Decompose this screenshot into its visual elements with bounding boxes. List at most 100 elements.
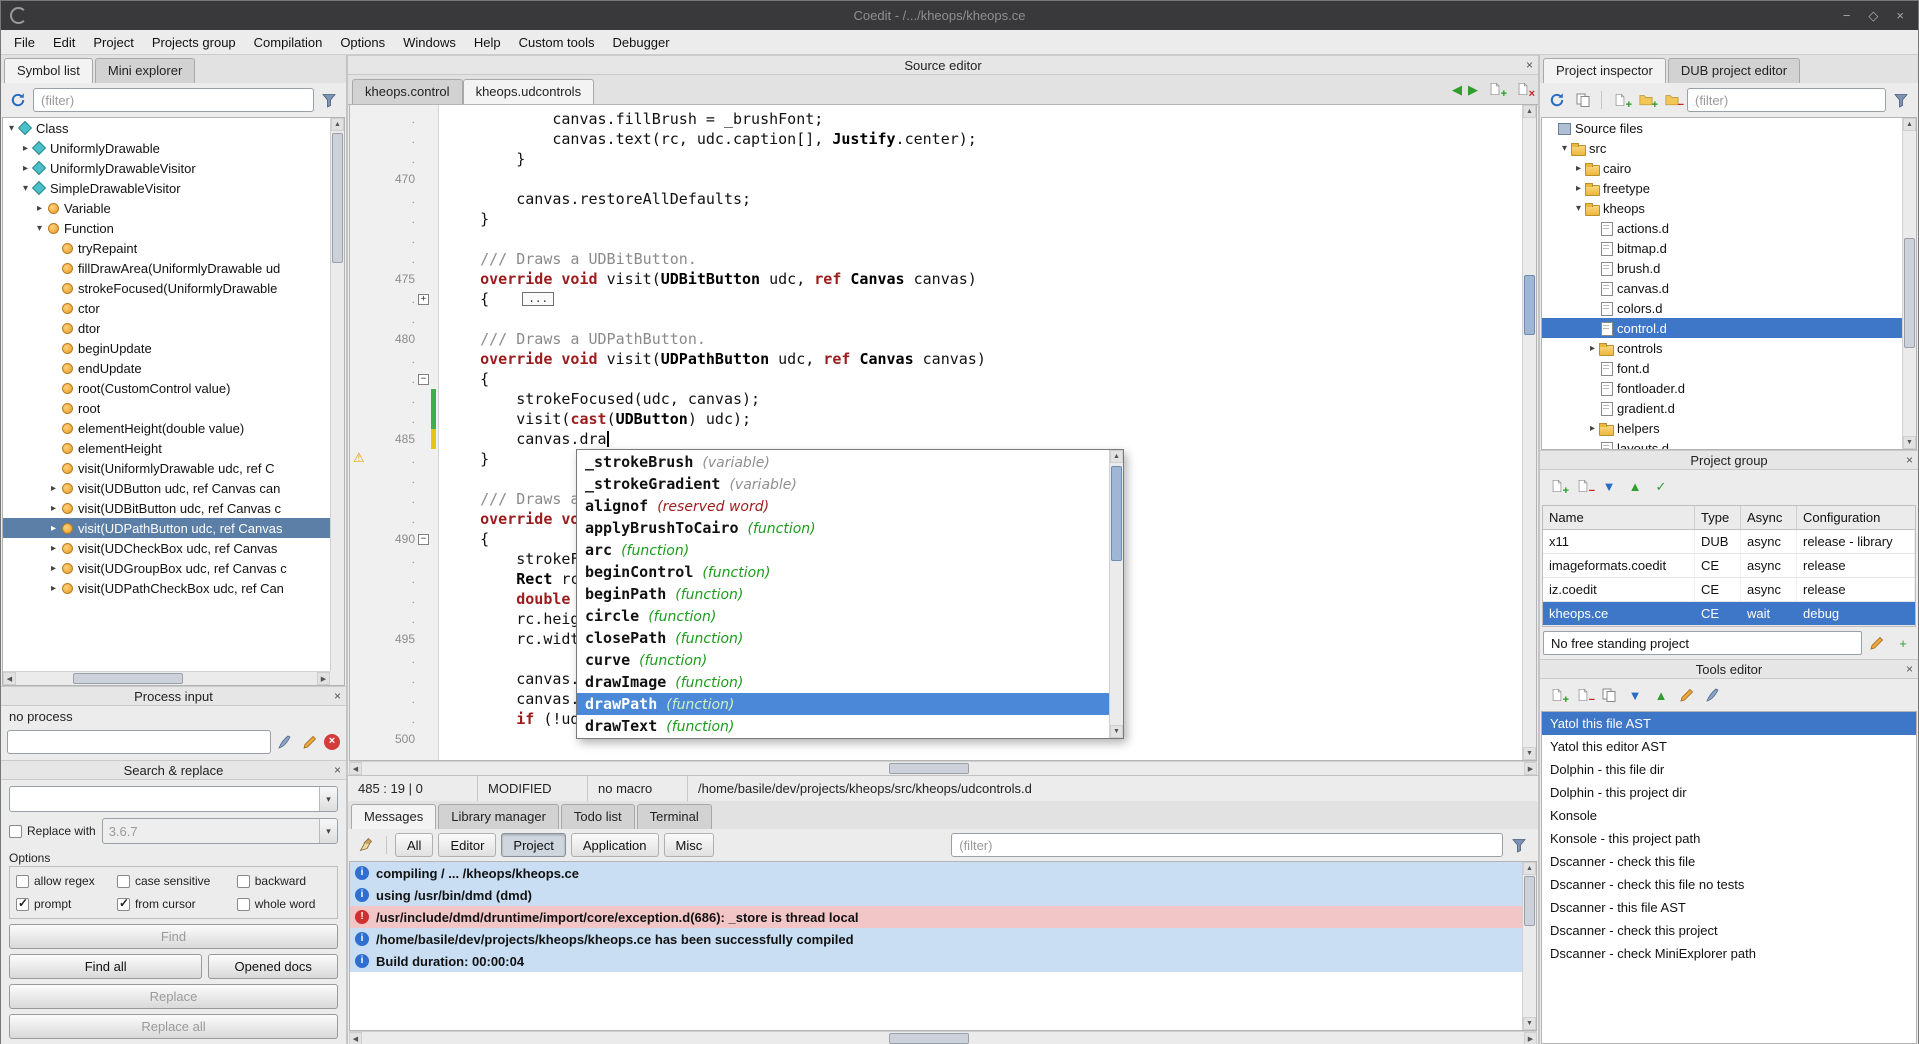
menu-item[interactable]: Custom tools [510,33,604,52]
panel-tab[interactable]: Messages [351,804,436,829]
scroll-up-icon[interactable]: ▲ [1110,450,1123,463]
gutter-cell[interactable]: ⚠ . [350,409,438,429]
tool-item[interactable]: Dscanner - check MiniExplorer path [1542,942,1916,965]
opened-docs-button[interactable]: Opened docs [208,954,338,979]
tool-item[interactable]: Dscanner - this file AST [1542,896,1916,919]
process-input[interactable] [7,730,271,754]
column-header[interactable]: Async [1741,506,1797,529]
source-file-item[interactable]: canvas.d [1542,278,1902,298]
gutter-cell[interactable]: ⚠ . [350,669,438,689]
column-header[interactable]: Name [1543,506,1695,529]
scroll-up-icon[interactable]: ▲ [1903,118,1916,131]
completion-item[interactable]: arc (function) [577,539,1109,561]
code-line[interactable]: ⚠ 475 override void visit(UDBitButton ud… [350,269,1522,289]
expander-icon[interactable]: ▾ [19,183,32,194]
gutter-cell[interactable]: ⚠ . [350,189,438,209]
replace-button[interactable]: Replace [9,984,338,1009]
gutter-cell[interactable]: ⚠ . [350,709,438,729]
fold-marker-icon[interactable]: + [418,294,429,305]
scroll-thumb[interactable] [73,673,183,684]
gutter-cell[interactable]: ⚠ 490 − [350,529,438,549]
tool-item[interactable]: Dolphin - this file dir [1542,758,1916,781]
menu-item[interactable]: Debugger [604,33,679,52]
symbol-item[interactable]: root(CustomControl value) [3,378,330,398]
edit-free-standing-icon[interactable] [1866,632,1888,654]
move-tool-down-icon[interactable]: ▼ [1624,684,1646,706]
symbol-item[interactable]: ▾ Function [3,218,330,238]
source-file-item[interactable]: gradient.d [1542,398,1902,418]
symbol-item[interactable]: elementHeight [3,438,330,458]
gutter-cell[interactable]: ⚠ . [350,349,438,369]
gutter-cell[interactable]: ⚠ 480 [350,329,438,349]
source-file-item[interactable]: brush.d [1542,258,1902,278]
source-file-item[interactable]: ▾ kheops [1542,198,1902,218]
code-line[interactable]: ⚠ . − { [350,369,1522,389]
search-option-checkbox[interactable]: backward [237,874,331,888]
message-filter-button[interactable]: All [395,833,433,857]
filter-icon[interactable] [1890,89,1912,111]
close-icon[interactable]: × [1526,56,1533,74]
clone-tool-icon[interactable] [1598,684,1620,706]
completion-item[interactable]: circle (function) [577,605,1109,627]
tool-item[interactable]: Konsole [1542,804,1916,827]
code-line[interactable]: ⚠ . [350,229,1522,249]
scroll-thumb[interactable] [1111,466,1122,561]
panel-tab[interactable]: Project inspector [1543,58,1666,83]
fold-marker-icon[interactable]: − [418,374,429,385]
replace-with-input[interactable] [103,819,319,843]
source-file-item[interactable]: ▸ helpers [1542,418,1902,438]
move-project-down-icon[interactable]: ▼ [1598,475,1620,497]
find-all-button[interactable]: Find all [9,954,202,979]
new-document-icon[interactable]: + [1484,78,1506,100]
completion-item[interactable]: drawPath (function) [577,693,1109,715]
search-term-combo[interactable]: ▾ [9,786,338,812]
source-file-item[interactable]: Source files [1542,118,1902,138]
close-icon[interactable]: × [334,687,341,705]
scroll-thumb[interactable] [1524,275,1535,335]
titlebar[interactable]: Coedit - /.../kheops/kheops.ce − ◇ × [1,1,1918,30]
completion-item[interactable]: drawText (function) [577,715,1109,737]
expander-icon[interactable]: ▾ [1558,143,1571,154]
move-project-up-icon[interactable]: ▲ [1624,475,1646,497]
filter-icon[interactable] [318,89,340,111]
scroll-thumb[interactable] [332,133,343,263]
completion-item[interactable]: applyBrushToCairo (function) [577,517,1109,539]
async-mode-icon[interactable]: ✓ [1650,475,1672,497]
completion-item[interactable]: drawImage (function) [577,671,1109,693]
edit-input-icon[interactable] [299,731,321,753]
source-file-item[interactable]: ▾ src [1542,138,1902,158]
scroll-left-icon[interactable]: ◀ [349,1032,362,1044]
scroll-up-icon[interactable]: ▲ [331,118,344,131]
previous-document-icon[interactable]: ◀ [1452,83,1462,96]
chevron-down-icon[interactable]: ▾ [319,787,337,811]
code-line[interactable]: ⚠ 485 canvas.dra [350,429,1522,449]
panel-tab[interactable]: Terminal [637,804,712,829]
expander-icon[interactable]: ▾ [5,123,18,134]
add-folder-icon[interactable]: + [1635,89,1657,111]
menu-item[interactable]: Help [465,33,510,52]
code-line[interactable]: ⚠ 480 /// Draws a UDPathButton. [350,329,1522,349]
source-file-item[interactable]: font.d [1542,358,1902,378]
tool-item[interactable]: Konsole - this project path [1542,827,1916,850]
close-document-icon[interactable]: × [1512,78,1534,100]
completion-item[interactable]: _strokeGradient (variable) [577,473,1109,495]
code-editor[interactable]: ⚠ . canvas.fillBrush = _brushFont; [350,105,1522,760]
symbol-item[interactable]: ▸ visit(UDCheckBox udc, ref Canvas [3,538,330,558]
chevron-down-icon[interactable]: ▾ [319,819,337,843]
message-row[interactable]: /usr/include/dmd/druntime/import/core/ex… [350,906,1522,928]
expander-icon[interactable]: ▸ [1586,343,1599,354]
free-standing-project-field[interactable]: No free standing project [1543,631,1862,655]
symbol-item[interactable]: ▸ visit(UDButton udc, ref Canvas can [3,478,330,498]
run-tool-icon[interactable] [1702,684,1724,706]
message-filter-button[interactable]: Project [501,833,565,857]
symbol-item[interactable]: fillDrawArea(UniformlyDrawable ud [3,258,330,278]
minimize-icon[interactable]: − [1843,8,1851,24]
scroll-thumb[interactable] [1524,876,1535,926]
scroll-down-icon[interactable]: ▼ [1523,747,1536,760]
editor-hscrollbar[interactable]: ◀ ▶ [349,761,1537,775]
menu-item[interactable]: File [5,33,44,52]
gutter-cell[interactable]: ⚠ . [350,569,438,589]
search-option-checkbox[interactable]: from cursor [117,897,235,911]
add-tool-icon[interactable]: + [1546,684,1568,706]
symbol-tree-hscrollbar[interactable]: ◀ ▶ [3,671,330,685]
